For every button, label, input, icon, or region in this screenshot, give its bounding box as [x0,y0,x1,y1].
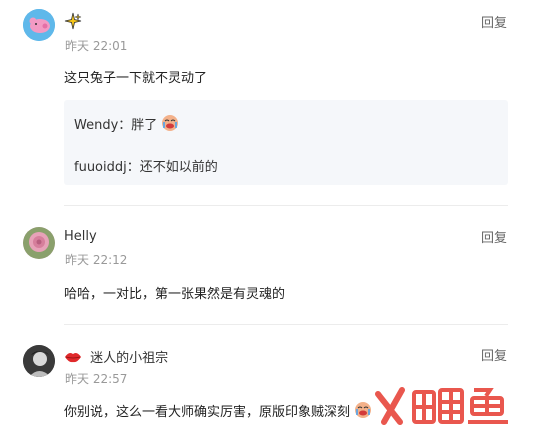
timestamp: 昨天 22:12 [65,253,128,267]
reply-text: ：胖了 [118,118,158,133]
reply-item: Wendy：胖了 [74,114,179,133]
watermark-logo [370,384,528,430]
reply-button[interactable]: 回复 [481,345,507,364]
avatar[interactable] [23,227,55,259]
timestamp: 昨天 22:01 [65,39,128,53]
reply-button[interactable]: 回复 [481,12,507,31]
username[interactable]: 迷人的小祖宗 [64,347,168,366]
avatar[interactable] [23,9,55,41]
x-watermark-icon [375,387,508,425]
divider [64,205,508,206]
crying-face-emoji [161,114,179,131]
reply-button[interactable]: 回复 [481,227,507,246]
portrait-avatar-icon [23,345,55,377]
reply-text: ：还不如以前的 [126,160,218,175]
timestamp: 昨天 22:57 [65,372,128,386]
username[interactable]: Helly [64,229,97,244]
sparkle-icon [64,12,82,34]
flower-avatar-icon [23,227,55,259]
comment-text: 哈哈，一对比，第一张果然是有灵魂的 [64,287,286,302]
reply-username[interactable]: Wendy [74,118,118,133]
reply-list: Wendy：胖了 fuuoiddj：还不如以前的 [64,100,508,185]
divider [64,324,508,325]
crying-face-emoji [354,401,372,418]
reply-item: fuuoiddj：还不如以前的 [74,156,218,175]
comment-text: 这只兔子一下就不灵动了 [64,71,208,86]
reply-username[interactable]: fuuoiddj [74,160,127,175]
comment-text: 你别说，这么一看大师确实厉害，原版印象贼深刻 [64,401,372,420]
lips-icon [64,351,86,366]
pig-avatar-icon [23,9,55,41]
avatar[interactable] [23,345,55,377]
username[interactable] [64,12,82,34]
